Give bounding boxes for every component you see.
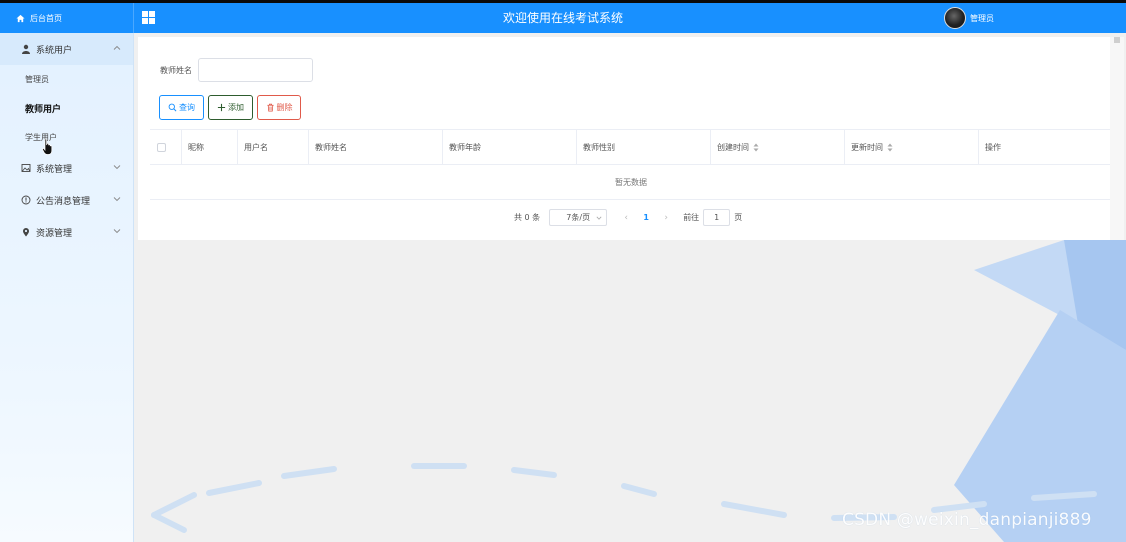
query-button[interactable]: 查询 xyxy=(159,95,204,120)
sidebar-item-label: 管理员 xyxy=(25,75,49,84)
chevron-down-icon xyxy=(113,165,121,170)
content-panel: 教师姓名 查询 添加 删除 昵称 用户名 教师姓名 教师年龄 教师性别 创建时间… xyxy=(138,37,1124,240)
column-header-teacher-name: 教师姓名 xyxy=(309,130,443,164)
page-suffix: 页 xyxy=(734,213,743,222)
pagination: 共 0 条 7条/页 ‹ 1 › 前往 1 页 xyxy=(514,209,742,226)
column-header-username: 用户名 xyxy=(238,130,309,164)
goto-page-input[interactable]: 1 xyxy=(703,209,731,226)
toolbar: 查询 添加 删除 xyxy=(159,95,305,120)
sidebar: 系统用户 管理员 教师用户 学生用户 系统管理 公告消息管理 资源管理 xyxy=(0,33,134,542)
table-header: 昵称 用户名 教师姓名 教师年龄 教师性别 创建时间 更新时间 操作 xyxy=(150,129,1112,165)
sidebar-item-label: 教师用户 xyxy=(25,105,62,115)
teacher-name-input[interactable] xyxy=(198,58,313,82)
user-menu[interactable]: 管理员 xyxy=(944,7,994,29)
column-header-actions: 操作 xyxy=(985,142,1001,152)
select-all-header xyxy=(150,130,182,164)
column-header-teacher-gender: 教师性别 xyxy=(577,130,711,164)
add-label: 添加 xyxy=(228,103,244,112)
top-bar: 后台首页 欢迎使用在线考试系统 管理员 xyxy=(0,0,1126,33)
scrollbar[interactable] xyxy=(1110,37,1124,240)
column-header-teacher-age: 教师年龄 xyxy=(443,130,577,164)
page-size-value: 7条/页 xyxy=(566,213,591,222)
sidebar-group-resources[interactable]: 资源管理 xyxy=(0,216,133,248)
sidebar-group-system-management[interactable]: 系统管理 xyxy=(0,152,133,184)
delete-label: 删除 xyxy=(276,103,293,112)
trash-icon xyxy=(266,103,274,112)
sidebar-item-admin[interactable]: 管理员 xyxy=(0,65,133,94)
search-icon xyxy=(168,103,177,112)
filter-row: 教师姓名 xyxy=(160,58,313,82)
page-number-current[interactable]: 1 xyxy=(631,213,661,222)
prev-page-button[interactable]: ‹ xyxy=(621,213,631,223)
column-header-label: 更新时间 xyxy=(851,142,883,152)
teacher-table: 昵称 用户名 教师姓名 教师年龄 教师性别 创建时间 更新时间 操作 暂无数据 xyxy=(150,129,1112,200)
delete-button[interactable]: 删除 xyxy=(257,95,301,120)
info-circle-icon xyxy=(21,195,31,205)
query-label: 查询 xyxy=(179,103,195,112)
pagination-total: 共 0 条 xyxy=(514,213,541,222)
chevron-down-icon xyxy=(113,229,121,234)
chevron-up-icon xyxy=(113,45,121,50)
sidebar-group-announcements[interactable]: 公告消息管理 xyxy=(0,184,133,216)
sidebar-item-students[interactable]: 学生用户 xyxy=(0,123,133,152)
column-header-created-time[interactable]: 创建时间 xyxy=(711,130,845,164)
teacher-name-label: 教师姓名 xyxy=(160,65,192,75)
user-name: 管理员 xyxy=(970,13,994,23)
column-header-updated-time[interactable]: 更新时间 xyxy=(845,130,979,164)
hand-cursor-icon xyxy=(42,138,53,155)
location-pin-icon xyxy=(23,228,29,237)
scrollbar-thumb[interactable] xyxy=(1114,37,1120,43)
sidebar-group-label: 系统管理 xyxy=(36,164,73,175)
image-icon xyxy=(21,164,31,172)
column-header-nickname: 昵称 xyxy=(182,130,238,164)
sort-icon[interactable] xyxy=(753,143,759,152)
goto-label: 前往 xyxy=(683,213,700,222)
column-header-label: 创建时间 xyxy=(717,142,749,152)
background-decoration xyxy=(151,240,1126,542)
select-all-checkbox[interactable] xyxy=(157,142,166,152)
chevron-down-icon xyxy=(113,197,121,202)
sidebar-group-label: 系统用户 xyxy=(36,45,73,56)
add-button[interactable]: 添加 xyxy=(208,95,253,120)
sidebar-group-label: 公告消息管理 xyxy=(36,196,91,207)
user-icon xyxy=(22,44,30,54)
empty-state: 暂无数据 xyxy=(150,165,1112,200)
plus-icon xyxy=(217,103,226,112)
sort-icon[interactable] xyxy=(887,143,893,152)
avatar xyxy=(944,7,966,29)
chevron-down-icon xyxy=(596,216,602,220)
sidebar-group-system-users[interactable]: 系统用户 xyxy=(0,33,133,65)
watermark: CSDN @weixin_danpianji889 xyxy=(842,510,1092,530)
next-page-button[interactable]: › xyxy=(661,213,671,223)
page-size-select[interactable]: 7条/页 xyxy=(549,209,608,226)
sidebar-item-teachers[interactable]: 教师用户 xyxy=(0,94,133,123)
sidebar-group-label: 资源管理 xyxy=(36,228,73,239)
